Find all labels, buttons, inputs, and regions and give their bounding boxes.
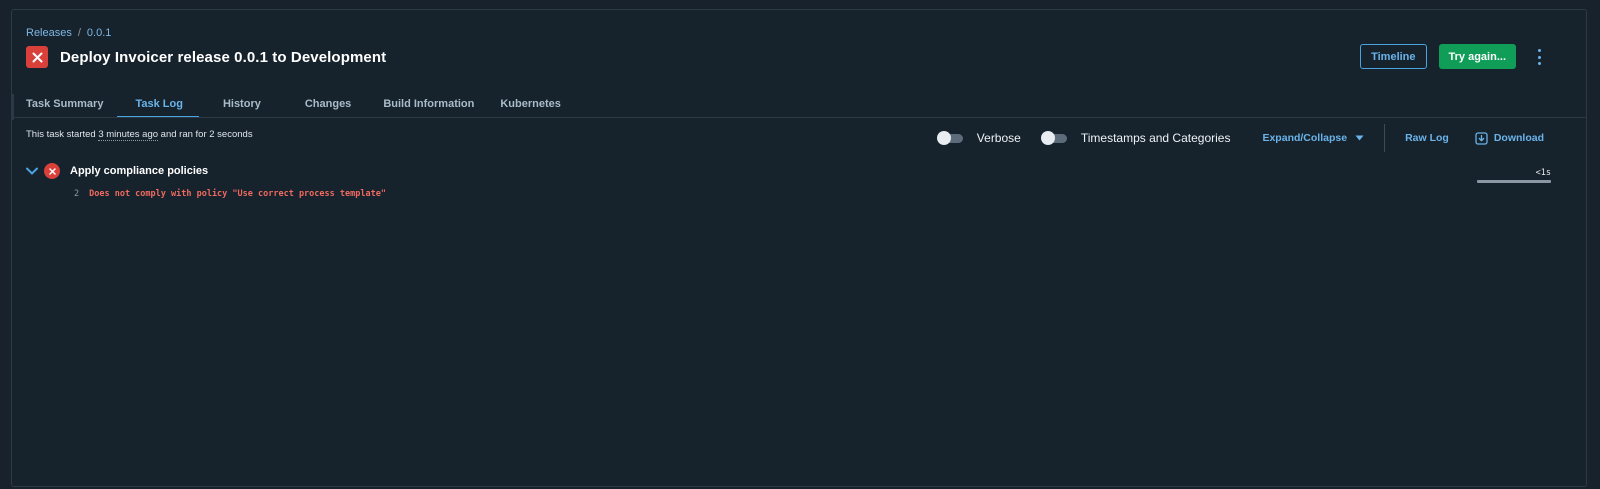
- breadcrumb-separator: /: [77, 27, 81, 39]
- task-info: This task started 3 minutes ago and ran …: [26, 129, 253, 141]
- raw-log-button[interactable]: Raw Log: [1405, 132, 1449, 144]
- tab-history[interactable]: History: [199, 90, 287, 117]
- task-panel: Releases / 0.0.1 Deploy Invoicer release…: [11, 9, 1587, 487]
- log-step[interactable]: Apply compliance policies: [26, 163, 208, 179]
- breadcrumb-release-link[interactable]: 0.0.1: [87, 27, 111, 39]
- log-step-name: Apply compliance policies: [70, 165, 209, 177]
- download-label: Download: [1493, 132, 1544, 144]
- breadcrumb-releases-link[interactable]: Releases: [26, 27, 72, 39]
- task-start-time: 3 minutes ago: [98, 129, 159, 141]
- failed-status-badge: [26, 46, 48, 68]
- step-duration: <1s: [1535, 168, 1551, 178]
- download-icon: [1475, 131, 1488, 145]
- toolbar-divider: [1384, 124, 1386, 152]
- tab-changes[interactable]: Changes: [287, 90, 367, 117]
- caret-down-icon: [1355, 135, 1364, 141]
- download-button[interactable]: Download: [1475, 131, 1544, 145]
- task-info-suffix: and ran for 2 seconds: [158, 129, 253, 140]
- timestamps-toggle[interactable]: Timestamps and Categories: [1040, 130, 1231, 145]
- kebab-menu-icon[interactable]: [1533, 49, 1545, 65]
- tab-kubernetes[interactable]: Kubernetes: [486, 90, 575, 117]
- verbose-toggle[interactable]: Verbose: [936, 130, 1021, 145]
- verbose-switch[interactable]: [936, 130, 963, 145]
- log-line: 2 Does not comply with policy "Use corre…: [74, 189, 386, 199]
- expand-collapse-label: Expand/Collapse: [1262, 132, 1348, 144]
- tab-task-summary[interactable]: Task Summary: [12, 90, 117, 117]
- timeline-button[interactable]: Timeline: [1360, 44, 1427, 69]
- close-icon: [32, 52, 42, 62]
- title-row: Deploy Invoicer release 0.0.1 to Develop…: [26, 46, 386, 68]
- header-actions: Timeline Try again...: [1360, 44, 1546, 69]
- step-duration-bar: [1477, 180, 1551, 183]
- task-info-prefix: This task started: [26, 129, 99, 140]
- raw-log-label: Raw Log: [1405, 132, 1449, 144]
- log-line-text: Does not comply with policy "Use correct…: [89, 189, 386, 199]
- tab-build-information[interactable]: Build Information: [367, 90, 486, 117]
- timestamps-label: Timestamps and Categories: [1080, 131, 1231, 145]
- breadcrumb: Releases / 0.0.1: [26, 27, 111, 39]
- verbose-label: Verbose: [976, 131, 1021, 145]
- chevron-down-icon[interactable]: [26, 167, 38, 175]
- tabs-divider: [12, 117, 1586, 118]
- log-line-number: 2: [74, 189, 80, 199]
- timestamps-switch[interactable]: [1040, 130, 1067, 145]
- error-icon: [44, 163, 60, 179]
- tab-task-log[interactable]: Task Log: [117, 90, 200, 118]
- tab-bar: Task Summary Task Log History Changes Bu…: [12, 90, 575, 118]
- page-title: Deploy Invoicer release 0.0.1 to Develop…: [60, 48, 387, 66]
- try-again-button[interactable]: Try again...: [1438, 44, 1516, 69]
- expand-collapse-button[interactable]: Expand/Collapse: [1262, 132, 1364, 144]
- log-toolbar: Verbose Timestamps and Categories Expand…: [936, 124, 1544, 152]
